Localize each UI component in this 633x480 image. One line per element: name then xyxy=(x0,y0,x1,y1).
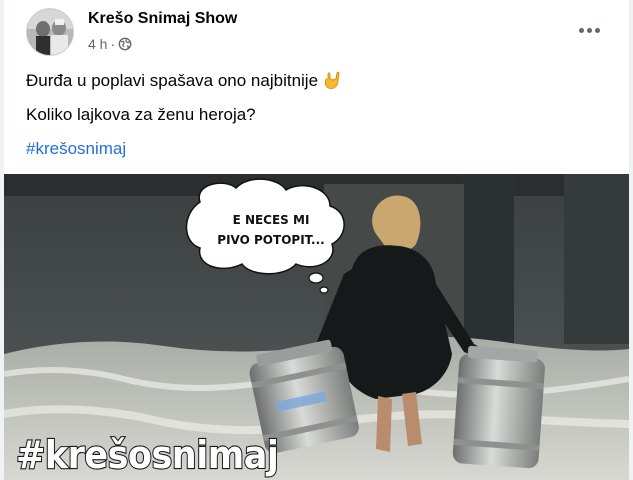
image-watermark: #krešosnimaj xyxy=(15,433,280,479)
sign-of-the-horns-emoji xyxy=(322,70,342,90)
meta-separator: · xyxy=(110,36,116,52)
bubble-line-1: E NECES MI xyxy=(232,213,310,227)
more-dot xyxy=(586,27,592,33)
post-meta: 4 h · xyxy=(88,36,132,52)
globe-icon[interactable] xyxy=(118,37,132,51)
thought-bubble-text: E NECES MI PIVO POTOPIT... xyxy=(196,210,346,250)
page-name[interactable]: Krešo Snimaj Show xyxy=(88,10,237,28)
page-avatar[interactable] xyxy=(26,8,74,56)
more-options-button[interactable] xyxy=(571,16,607,44)
post-text-line-1: Đurđa u poplavi spašava ono najbitnije xyxy=(26,70,342,92)
post-line-1-text: Đurđa u poplavi spašava ono najbitnije xyxy=(26,71,319,90)
more-dot xyxy=(594,27,600,33)
more-horizontal-icon xyxy=(578,27,584,33)
post-header: Krešo Snimaj Show 4 h · xyxy=(4,0,629,64)
bubble-line-2: PIVO POTOPIT... xyxy=(217,233,325,247)
hashtag-link[interactable]: #krešosnimaj xyxy=(26,138,126,160)
post-time[interactable]: 4 h xyxy=(88,36,107,52)
post-text-line-2: Koliko lajkova za ženu heroja? xyxy=(26,105,256,124)
post-card: Krešo Snimaj Show 4 h · Đurđa u poplavi … xyxy=(4,0,629,480)
